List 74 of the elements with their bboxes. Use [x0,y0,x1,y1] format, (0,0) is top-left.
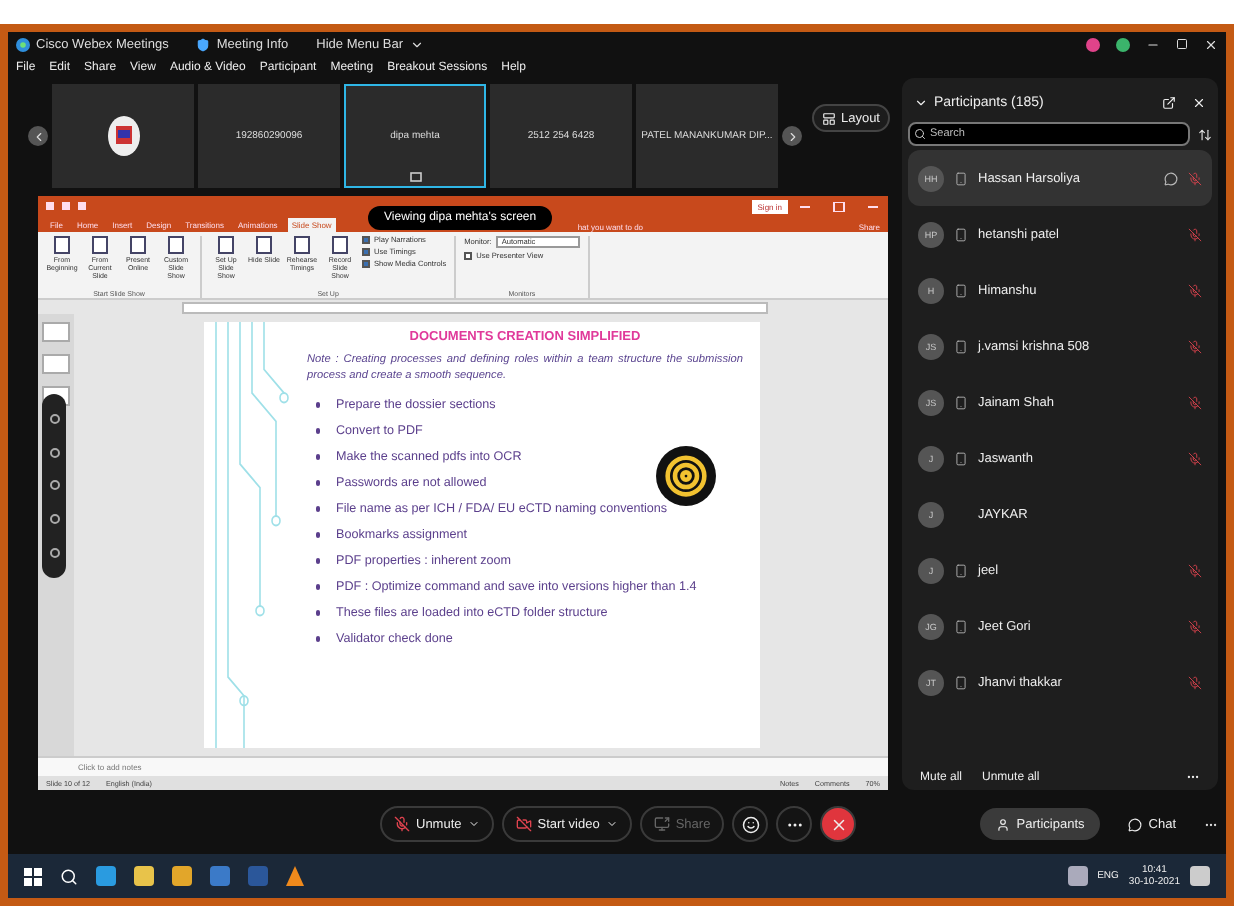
video-tile[interactable] [52,84,194,188]
next-button[interactable] [782,126,802,146]
phone-icon [954,675,968,689]
annotation-toolbar[interactable] [42,394,66,578]
pop-out-icon[interactable] [1162,95,1176,109]
phone-icon [954,227,968,241]
share-icon [653,816,670,832]
layout-icon [822,111,837,125]
bullet-icon [315,506,320,512]
checkbox[interactable] [464,252,473,260]
muted-mic-icon[interactable] [1188,395,1202,409]
search-icon[interactable] [60,867,78,885]
phone-icon [954,171,968,185]
bullet-icon [315,558,320,564]
chat-icon[interactable] [1164,171,1178,185]
chevron-right-icon [785,129,799,143]
muted-mic-icon[interactable] [1188,227,1202,241]
muted-mic-icon[interactable] [1188,283,1202,297]
webex-logo-icon [16,37,30,51]
bullet-icon [315,454,320,460]
slide-thumbnail[interactable] [42,354,70,374]
muted-mic-icon[interactable] [1188,339,1202,353]
status-icon [1116,37,1130,51]
collapse-icon[interactable] [914,95,928,109]
muted-mic-icon[interactable] [1188,675,1202,689]
windows-icon[interactable] [24,867,42,885]
bullet-icon [315,532,320,538]
sharing-icon [409,172,421,182]
status-icon [1086,37,1100,51]
more-icon[interactable] [1186,770,1200,784]
shield-icon [196,37,211,51]
muted-mic-icon[interactable] [1188,171,1202,185]
chat-icon [1128,817,1143,831]
close-icon[interactable] [1204,37,1218,51]
caret-icon [409,37,423,51]
phone-icon [954,619,968,633]
person-icon [996,817,1011,831]
phone-icon [954,339,968,353]
close-icon [829,815,848,833]
cone-icon[interactable] [286,866,304,886]
phone-icon [954,451,968,465]
video-off-icon [515,816,532,832]
leave-button[interactable] [820,806,857,842]
muted-mic-icon[interactable] [1188,619,1202,633]
quick-access-icon [46,201,86,211]
phone-icon [954,283,968,297]
sort-icon[interactable] [1198,127,1212,141]
checkbox[interactable] [362,236,370,244]
chevron-left-icon [31,129,45,143]
phone-icon [954,563,968,577]
reactions-button[interactable] [732,806,769,842]
bullet-icon [315,636,320,642]
bullet-icon [315,480,320,486]
checkbox[interactable] [362,248,370,256]
caret-icon [467,818,480,830]
emblem-icon [107,116,139,156]
search-icon [914,128,926,140]
smiley-icon [741,815,760,833]
previous-button[interactable] [28,126,48,146]
caret-icon [605,818,618,830]
phone-icon [954,395,968,409]
checkbox[interactable] [362,260,370,268]
slide-thumbnail[interactable] [42,322,70,342]
bullet-icon [315,584,320,590]
bullet-icon [315,402,320,408]
muted-mic-icon [394,816,410,832]
close-icon[interactable] [1192,95,1206,109]
muted-mic-icon[interactable] [1188,451,1202,465]
muted-mic-icon[interactable] [1188,563,1202,577]
target-icon [655,446,715,506]
bullet-icon [315,428,320,434]
maximize-icon[interactable] [1176,38,1188,50]
window-controls-icon [800,201,880,211]
bullet-icon [315,610,320,616]
